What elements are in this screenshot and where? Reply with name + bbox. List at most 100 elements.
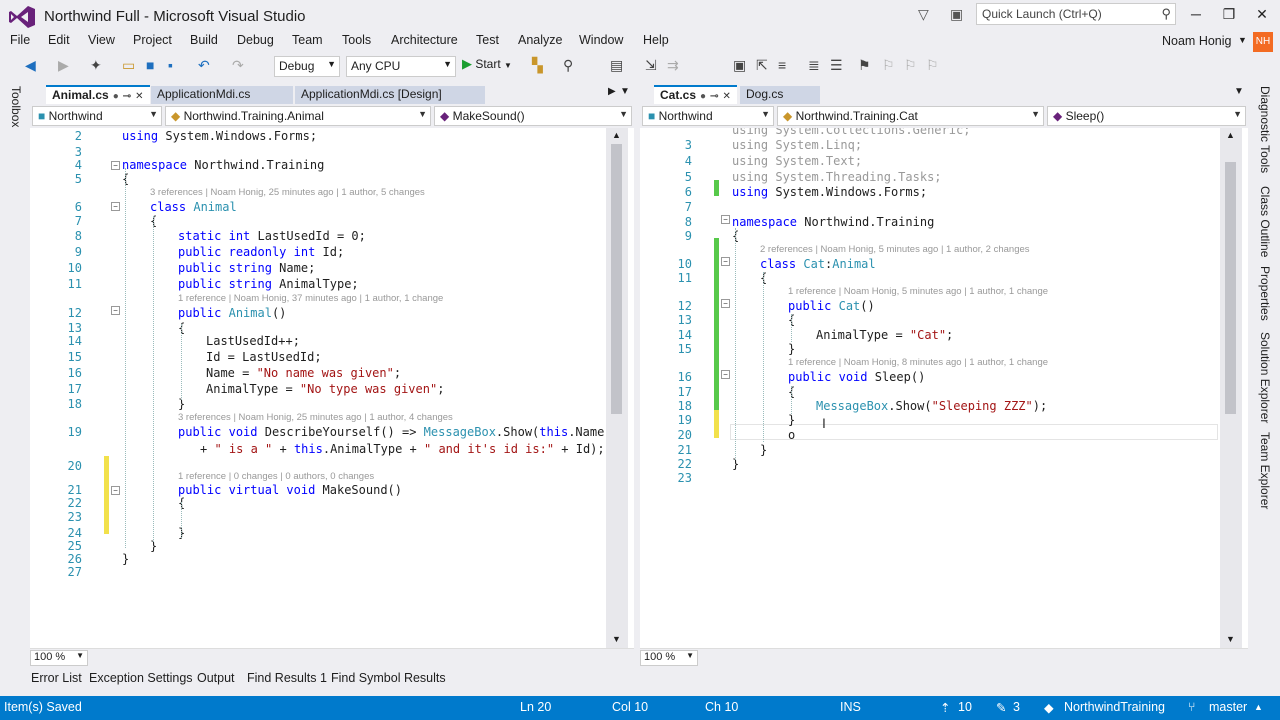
code-line[interactable]: + " is a " + this.AnimalType + " and it'… — [200, 442, 604, 458]
scroll-up-icon[interactable]: ▲ — [1226, 130, 1235, 140]
step-icon[interactable]: ⇲ — [645, 57, 657, 74]
codelens-annotation[interactable]: 1 reference | Noam Honig, 8 minutes ago … — [788, 357, 1048, 368]
type-dropdown[interactable]: ◆ Northwind.Training.Cat ▼ — [777, 106, 1044, 126]
scroll-down-icon[interactable]: ▼ — [612, 634, 621, 644]
code-line[interactable]: using System.Threading.Tasks; — [732, 170, 942, 186]
align-icon[interactable]: ≡ — [778, 57, 786, 73]
avatar[interactable]: NH — [1253, 32, 1273, 52]
start-debugging-button[interactable]: ▶ Start ▼ — [462, 56, 512, 72]
code-line[interactable]: namespace Northwind.Training — [732, 215, 934, 231]
codelens-annotation[interactable]: 1 reference | Noam Honig, 5 minutes ago … — [788, 286, 1048, 297]
code-line[interactable]: using System.Text; — [732, 154, 862, 170]
tab-team-explorer[interactable]: Team Explorer — [1258, 432, 1272, 509]
tab-cat-cs[interactable]: Cat.cs ● ⊸ ✕ — [654, 85, 737, 104]
tab-exception-settings[interactable]: Exception Settings — [89, 671, 193, 685]
code-line[interactable]: MessageBox.Show("Sleeping ZZZ"); — [816, 399, 1047, 415]
menu-build[interactable]: Build — [190, 33, 218, 47]
step-over-icon[interactable]: ⇉ — [667, 57, 679, 74]
redo-icon[interactable]: ↷ — [232, 57, 244, 74]
menu-analyze[interactable]: Analyze — [518, 33, 562, 47]
status-repository[interactable]: NorthwindTraining — [1064, 700, 1165, 714]
menu-test[interactable]: Test — [476, 33, 499, 47]
restore-button[interactable]: ❐ — [1216, 6, 1242, 23]
code-editor-right[interactable]: using System.Collections.Generic; 3 using … — [640, 128, 1218, 648]
tab-dog-cs[interactable]: Dog.cs — [740, 86, 820, 104]
scroll-up-icon[interactable]: ▲ — [612, 130, 621, 140]
collapse-icon[interactable]: − — [721, 370, 730, 379]
scrollbar-thumb[interactable] — [1225, 162, 1236, 414]
breakpoint-window-icon[interactable]: ▣ — [733, 57, 746, 74]
menu-view[interactable]: View — [88, 33, 115, 47]
tab-diagnostic-tools[interactable]: Diagnostic Tools — [1258, 86, 1272, 173]
collapse-icon[interactable]: − — [721, 215, 730, 224]
code-line[interactable]: using System.Windows.Forms; — [122, 129, 317, 145]
code-line[interactable]: namespace Northwind.Training — [122, 158, 324, 174]
code-line[interactable]: } — [122, 552, 129, 568]
back-icon[interactable]: ◀ — [25, 57, 36, 74]
chevron-down-icon[interactable]: ▼ — [1234, 86, 1244, 97]
code-line[interactable]: AnimalType = "Cat"; — [816, 328, 953, 344]
code-line[interactable]: o — [788, 428, 795, 444]
chevron-down-icon[interactable]: ▼ — [1238, 35, 1247, 45]
collapse-icon[interactable]: − — [111, 161, 120, 170]
tab-find-results-1[interactable]: Find Results 1 — [247, 671, 327, 685]
format-icon[interactable]: ⇱ — [756, 57, 768, 74]
tab-error-list[interactable]: Error List — [31, 671, 82, 685]
clear-bookmarks-icon[interactable]: ⚐ — [926, 57, 939, 74]
scroll-down-icon[interactable]: ▼ — [1226, 634, 1235, 644]
find-icon[interactable]: ⚲ — [563, 57, 573, 74]
tab-output[interactable]: Output — [197, 671, 235, 685]
code-line[interactable]: Id = LastUsedId; — [206, 350, 322, 366]
tab-solution-explorer[interactable]: Solution Explorer — [1258, 332, 1272, 423]
codelens-annotation[interactable]: 1 reference | Noam Honig, 37 minutes ago… — [178, 293, 443, 304]
code-line[interactable]: public Cat() — [788, 299, 875, 315]
member-dropdown[interactable]: ◆ Sleep() ▼ — [1047, 106, 1246, 126]
save-all-icon[interactable]: ▪ — [168, 57, 173, 73]
forward-icon[interactable]: ▶ — [58, 57, 69, 74]
quick-launch-input[interactable]: Quick Launch (Ctrl+Q) ⚲ — [976, 3, 1176, 25]
code-line[interactable]: public Animal() — [178, 306, 286, 322]
tab-properties[interactable]: Properties — [1258, 266, 1272, 321]
minimize-button[interactable]: ─ — [1183, 6, 1209, 22]
zoom-select[interactable]: 100 % ▼ — [30, 650, 88, 666]
menu-project[interactable]: Project — [133, 33, 172, 47]
next-bookmark-icon[interactable]: ⚐ — [904, 57, 917, 74]
bookmark-icon[interactable]: ⚑ — [858, 57, 871, 74]
code-line[interactable]: class Cat:Animal — [760, 257, 876, 273]
attach-icon[interactable]: ▚ — [532, 57, 543, 74]
collapse-icon[interactable]: − — [721, 299, 730, 308]
status-pending-changes[interactable]: 3 — [1013, 700, 1020, 714]
pin-icon[interactable]: ⊸ — [710, 91, 718, 102]
codelens-annotation[interactable]: 3 references | Noam Honig, 25 minutes ag… — [150, 187, 425, 198]
code-line[interactable]: public string AnimalType; — [178, 277, 359, 293]
solution-configuration-select[interactable]: Debug ▼ — [274, 56, 340, 77]
close-icon[interactable]: ✕ — [135, 91, 143, 102]
menu-file[interactable]: File — [10, 33, 30, 47]
undo-icon[interactable]: ↶ — [198, 57, 210, 74]
vertical-scrollbar-left[interactable]: ▲ ▼ — [606, 128, 628, 648]
scrollbar-thumb[interactable] — [611, 144, 622, 414]
code-line[interactable]: } — [760, 443, 767, 459]
vertical-scrollbar-right[interactable]: ▲ ▼ — [1220, 128, 1242, 648]
code-line[interactable]: AnimalType = "No type was given"; — [206, 382, 444, 398]
code-line[interactable]: public readonly int Id; — [178, 245, 344, 261]
code-line[interactable]: } — [788, 342, 795, 358]
tab-applicationmdi-design[interactable]: ApplicationMdi.cs [Design] — [295, 86, 485, 104]
zoom-select[interactable]: 100 % ▼ — [640, 650, 698, 666]
menu-window[interactable]: Window — [579, 33, 623, 47]
project-dropdown[interactable]: ■ Northwind ▼ — [32, 106, 162, 126]
tab-applicationmdi-cs[interactable]: ApplicationMdi.cs — [151, 86, 293, 104]
menu-debug[interactable]: Debug — [237, 33, 274, 47]
filter-icon[interactable]: ▽ — [918, 6, 929, 23]
menu-tools[interactable]: Tools — [342, 33, 371, 47]
code-editor-left[interactable]: 2 using System.Windows.Forms; 3 4 namespace … — [30, 128, 604, 648]
tab-class-outline[interactable]: Class Outline — [1258, 186, 1272, 257]
feedback-icon[interactable]: ▣ — [950, 6, 963, 23]
tab-overflow-icon[interactable]: ▶ — [608, 86, 616, 97]
code-line[interactable]: LastUsedId++; — [206, 334, 300, 350]
menu-architecture[interactable]: Architecture — [391, 33, 458, 47]
tab-find-symbol-results[interactable]: Find Symbol Results — [331, 671, 446, 685]
codelens-annotation[interactable]: 3 references | Noam Honig, 25 minutes ag… — [178, 412, 453, 423]
menu-edit[interactable]: Edit — [48, 33, 70, 47]
codelens-annotation[interactable]: 2 references | Noam Honig, 5 minutes ago… — [760, 244, 1030, 255]
